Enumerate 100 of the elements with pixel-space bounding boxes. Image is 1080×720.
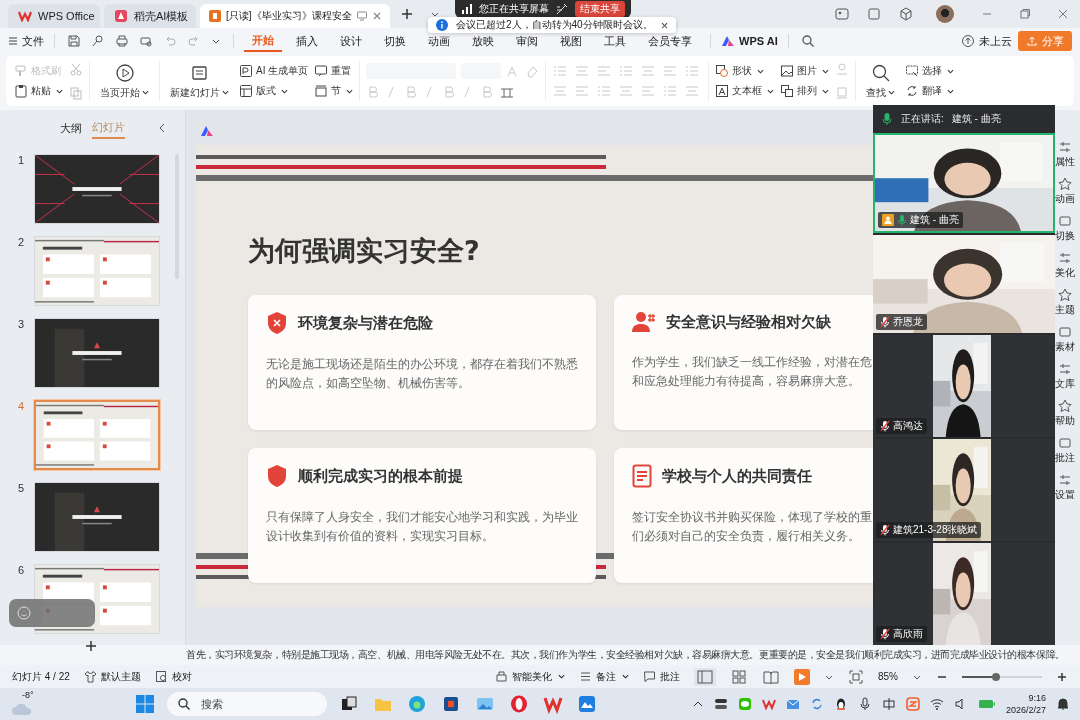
toast-message: 会议已超过2人，自动转为40分钟限时会议。 xyxy=(456,18,653,32)
speaking-label: 正在讲话: xyxy=(901,112,944,126)
slide-counter: 幻灯片 4 / 22 xyxy=(12,669,70,684)
ribbon-tab[interactable]: 视图 xyxy=(552,30,590,52)
select-button[interactable]: 选择 xyxy=(905,64,955,78)
video-tile[interactable]: 高欣雨 xyxy=(873,541,1055,645)
window-tab[interactable]: [只读]《毕业实习》课程安全 xyxy=(200,4,390,28)
ai-page-button[interactable]: AI 生成单页 xyxy=(239,64,309,78)
card-title: 安全意识与经验相对欠缺 xyxy=(666,312,831,332)
layout-button[interactable]: 版式 xyxy=(239,84,309,98)
participant-name: 建筑 - 曲亮 xyxy=(910,213,959,227)
slide-title: 为何强调实习安全? xyxy=(248,234,481,268)
video-tile[interactable]: 乔恩龙 xyxy=(873,233,1055,333)
taskbar-search-field[interactable]: 搜索 xyxy=(167,692,327,716)
paste-button[interactable]: 粘贴 xyxy=(14,84,63,98)
slide-number: 3 xyxy=(18,318,22,330)
sidebar-button[interactable]: 属性 xyxy=(1055,140,1075,169)
card-text: 的风险点，如高空坠物、机械伤害等。 xyxy=(266,376,470,391)
sidebar-label: 属性 xyxy=(1055,155,1075,169)
zoom-level[interactable]: 85% xyxy=(878,671,898,682)
ribbon-tab[interactable]: 会员专享 xyxy=(640,30,700,52)
comments-button[interactable]: 批注 xyxy=(643,669,680,684)
clock-date[interactable]: 2026/2/27 xyxy=(1005,704,1046,716)
sidebar-button[interactable]: 文库 xyxy=(1055,362,1075,391)
sidebar-label: 动画 xyxy=(1055,192,1075,206)
play-from-current-button[interactable]: 当页开始 xyxy=(96,62,153,100)
theme-button[interactable]: 默认主题 xyxy=(83,669,141,684)
cloud-status-button[interactable]: 未上云 xyxy=(961,31,1012,51)
section-button[interactable]: 节 xyxy=(314,84,354,98)
participant-name: 建筑21-3-28张晓斌 xyxy=(893,523,978,537)
panel-tab[interactable]: 大纲 xyxy=(60,118,82,138)
sidebar-label: 帮助 xyxy=(1055,414,1075,428)
slide-number: 6 xyxy=(18,564,22,576)
ribbon-tab[interactable]: 审阅 xyxy=(508,30,546,52)
cloud-status-label: 未上云 xyxy=(979,33,1012,49)
find-button[interactable]: 查找 xyxy=(862,62,900,100)
slide-number: 2 xyxy=(18,236,22,248)
participant-name: 高欣雨 xyxy=(893,627,923,641)
search-placeholder: 搜索 xyxy=(201,696,223,712)
smart-beautify-button[interactable]: 智能美化 xyxy=(495,669,565,684)
video-tile[interactable]: 建筑 - 曲亮 xyxy=(873,133,1055,233)
textbox-button[interactable]: 文本框 xyxy=(715,84,775,98)
sidebar-label: 美化 xyxy=(1055,266,1075,280)
sidebar-label: 主题 xyxy=(1055,303,1075,317)
sidebar-label: 素材 xyxy=(1055,340,1075,354)
card-text: 作为学生，我们缺乏一线工作经验，对潜在危 xyxy=(632,355,872,370)
sidebar-label: 切换 xyxy=(1055,229,1075,243)
ribbon-tab[interactable]: 动画 xyxy=(420,30,458,52)
sidebar-button[interactable]: 批注 xyxy=(1055,436,1075,465)
card-title: 顺利完成实习的根本前提 xyxy=(298,466,463,486)
card-title: 环境复杂与潜在危险 xyxy=(298,313,433,333)
card-title: 学校与个人的共同责任 xyxy=(662,466,812,486)
card-text: 们必须对自己的安全负责，履行相关义务。 xyxy=(632,529,860,544)
sidebar-button[interactable]: 切换 xyxy=(1055,214,1075,243)
clock-time[interactable]: 9:16 xyxy=(1028,692,1046,704)
picture-button[interactable]: 图片 xyxy=(780,64,830,78)
sidebar-button[interactable]: 动画 xyxy=(1055,177,1075,206)
file-menu-label: 文件 xyxy=(22,33,44,49)
share-label: 分享 xyxy=(1042,33,1064,49)
sidebar-label: 文库 xyxy=(1055,377,1075,391)
proofread-button[interactable]: 校对 xyxy=(154,669,192,684)
sidebar-button[interactable]: 帮助 xyxy=(1055,399,1075,428)
card-text: 只有保障了人身安全，我们才能安心地学习和实践，为毕业 xyxy=(266,510,578,525)
window-tab[interactable]: WPS Office xyxy=(8,4,100,28)
sidebar-label: 批注 xyxy=(1055,451,1075,465)
wps-ai-label: WPS AI xyxy=(739,35,778,47)
notes-button[interactable]: 备注 xyxy=(579,669,629,684)
close-button[interactable]: × xyxy=(660,17,669,33)
ribbon-tab[interactable]: 设计 xyxy=(332,30,370,52)
ribbon-tab[interactable]: 工具 xyxy=(596,30,634,52)
card-text: 签订安全协议书并购买保险，体现了学校的重 xyxy=(632,510,872,525)
ribbon-tab[interactable]: 放映 xyxy=(464,30,502,52)
slide-number: 5 xyxy=(18,482,22,494)
translate-button[interactable]: 翻译 xyxy=(905,84,955,98)
card-text: 和应急处理能力有待提高，容易麻痹大意。 xyxy=(632,374,860,389)
card-text: 设计收集到有价值的资料，实现实习目标。 xyxy=(266,529,494,544)
participant-name: 高鸿达 xyxy=(893,419,923,433)
sidebar-button[interactable]: 主题 xyxy=(1055,288,1075,317)
stop-sharing-button[interactable]: 结束共享 xyxy=(575,1,625,17)
window-tab[interactable]: 稻壳AI模板 xyxy=(104,4,196,28)
ribbon-tab[interactable]: 切换 xyxy=(376,30,414,52)
arrange-button[interactable]: 排列 xyxy=(780,84,830,98)
wps-ai-button[interactable]: WPS AI xyxy=(721,31,778,51)
participant-name: 乔恩龙 xyxy=(893,315,923,329)
slide-number: 1 xyxy=(18,154,22,166)
temperature: -8° xyxy=(22,690,34,700)
speaker-name: 建筑 - 曲亮 xyxy=(951,112,1001,126)
video-tile[interactable]: 建筑21-3-28张晓斌 xyxy=(873,437,1055,541)
sidebar-button[interactable]: 素材 xyxy=(1055,325,1075,354)
ribbon-tab[interactable]: 插入 xyxy=(288,30,326,52)
share-status: 您正在共享屏幕 xyxy=(479,2,549,16)
sidebar-button[interactable]: 美化 xyxy=(1055,251,1075,280)
video-tile[interactable]: 高鸿达 xyxy=(873,333,1055,437)
sidebar-button[interactable]: 设置 xyxy=(1055,473,1075,502)
reset-button[interactable]: 重置 xyxy=(314,64,354,78)
new-slide-button[interactable]: 新建幻灯片 xyxy=(166,62,233,100)
shape-button[interactable]: 形状 xyxy=(715,64,775,78)
file-menu[interactable]: 文件 xyxy=(8,31,44,51)
speaker-notes: 首先，实习环境复杂，特别是施工现场，高空、机械、用电等风险无处不在。其次，我们作为学生，安全经验相对欠缺，容易麻痹大意。更重要的是，安全是我们顺利完成实习，进而完成毕业设计的根本保障。 xyxy=(186,648,1066,662)
sidebar-label: 设置 xyxy=(1055,488,1075,502)
